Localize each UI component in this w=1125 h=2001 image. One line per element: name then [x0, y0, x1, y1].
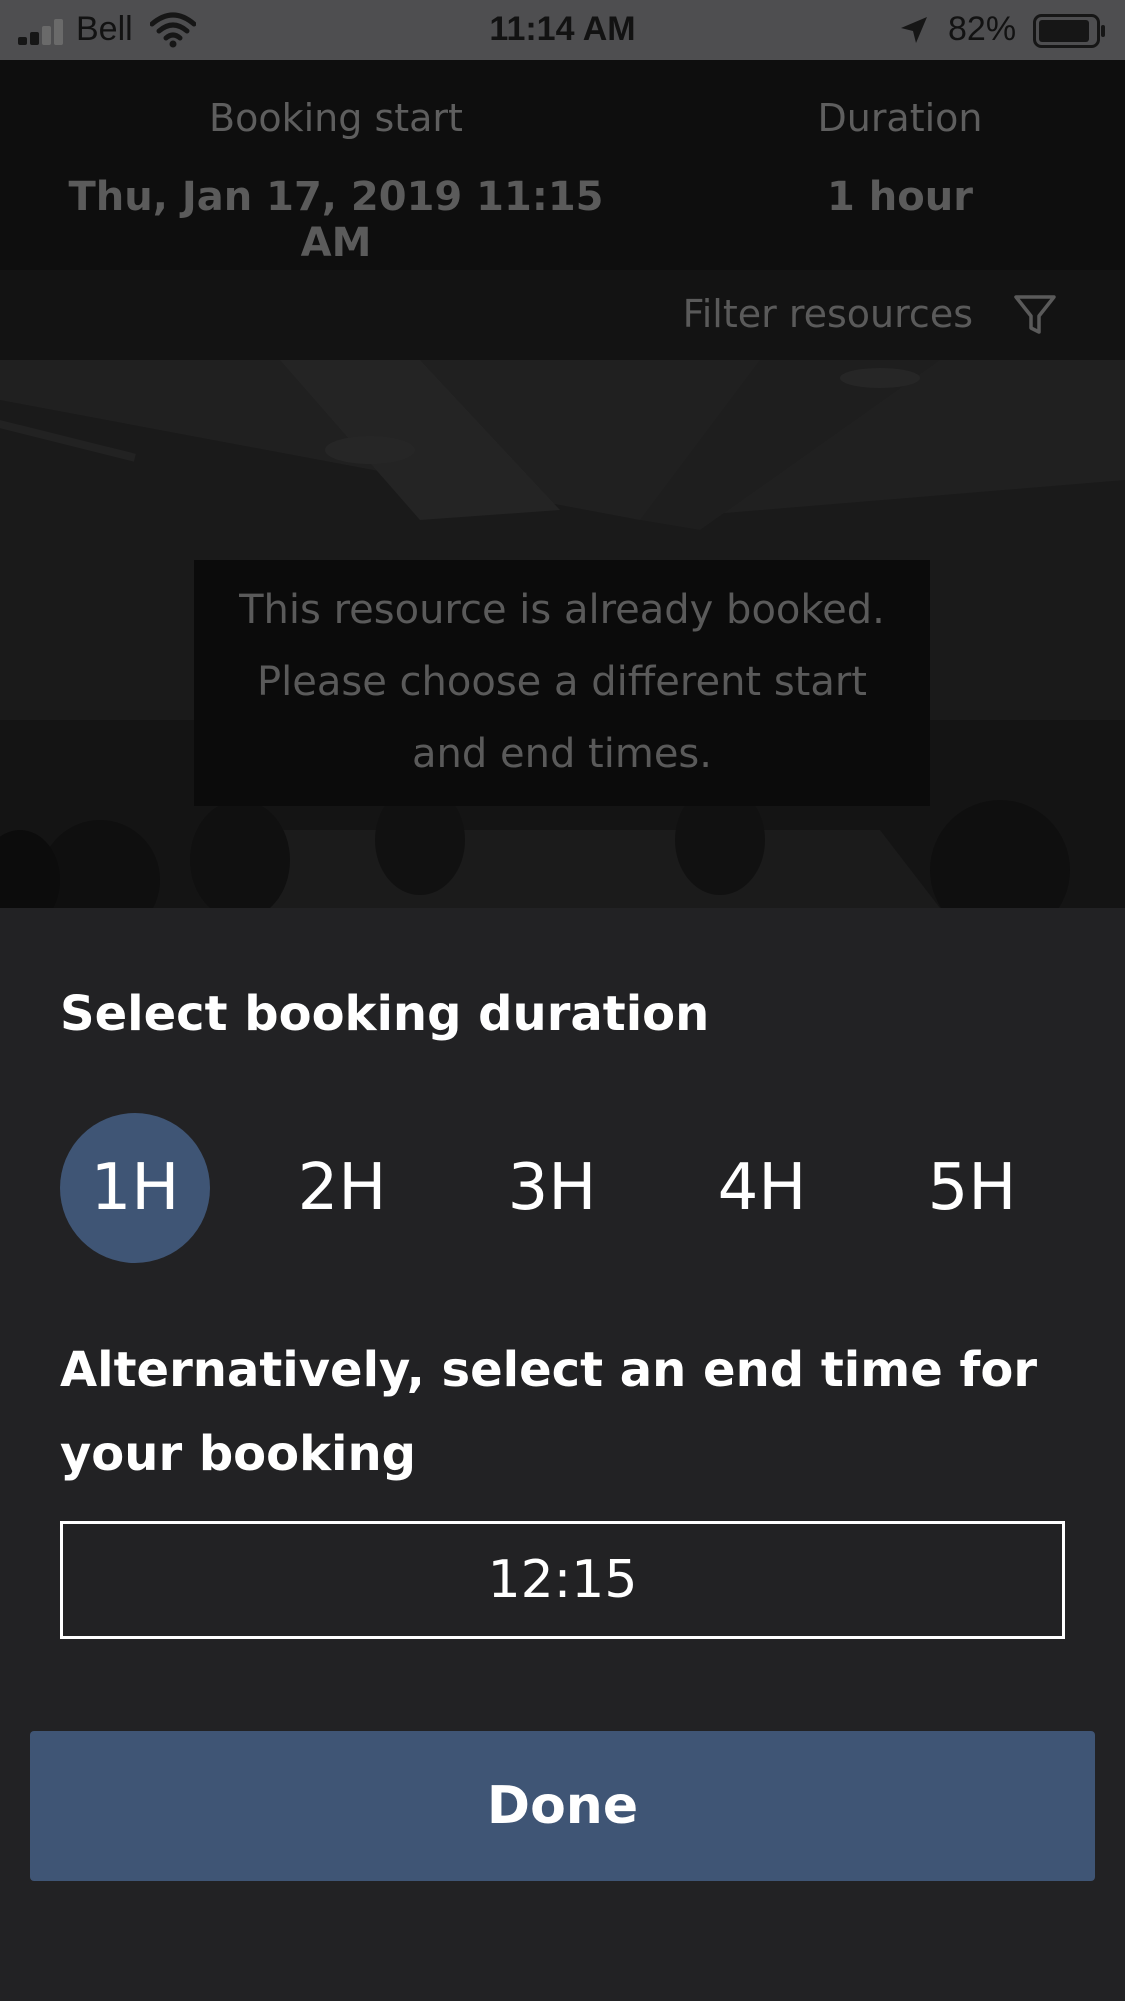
- duration-option-4h[interactable]: 4H: [687, 1113, 837, 1263]
- duration-section[interactable]: Duration 1 hour: [778, 60, 1022, 220]
- filter-resources-button[interactable]: Filter resources: [0, 270, 1125, 360]
- duration-sheet: Select booking duration 1H 2H 3H 4H 5H A…: [0, 908, 1125, 2001]
- booking-start-value: Thu, Jan 17, 2019 11:15 AM: [68, 174, 604, 266]
- booking-summary-header: Booking start Thu, Jan 17, 2019 11:15 AM…: [0, 60, 1125, 270]
- notice-line-3: and end times.: [412, 731, 712, 777]
- end-time-prompt-line-1: Alternatively, select an end time for: [60, 1342, 1038, 1398]
- already-booked-notice: This resource is already booked. Please …: [194, 560, 930, 806]
- select-duration-title: Select booking duration: [60, 986, 710, 1042]
- done-button[interactable]: Done: [30, 1731, 1095, 1881]
- end-time-prompt: Alternatively, select an end time for yo…: [60, 1328, 1060, 1496]
- duration-label: Duration: [817, 96, 983, 140]
- booking-screen: Bell 11:14 AM 82% Booking start Thu, Jan…: [0, 0, 1125, 2001]
- funnel-icon: [1014, 295, 1056, 334]
- duration-option-3h[interactable]: 3H: [477, 1113, 627, 1263]
- notice-line-1: This resource is already booked.: [239, 587, 885, 633]
- filter-resources-label: Filter resources: [682, 292, 973, 336]
- booking-start-section[interactable]: Booking start Thu, Jan 17, 2019 11:15 AM: [36, 60, 636, 266]
- duration-value: 1 hour: [827, 174, 973, 220]
- resource-photo: This resource is already booked. Please …: [0, 360, 1125, 908]
- battery-icon: [1033, 14, 1105, 48]
- status-bar: Bell 11:14 AM 82%: [0, 0, 1125, 60]
- booking-start-label: Booking start: [209, 96, 463, 140]
- duration-options: 1H 2H 3H 4H 5H: [0, 1113, 1125, 1263]
- battery-percent: 82%: [948, 10, 1017, 48]
- duration-option-1h[interactable]: 1H: [60, 1113, 210, 1263]
- notice-line-2: Please choose a different start: [257, 659, 867, 705]
- location-arrow-icon: [901, 17, 927, 43]
- duration-option-5h[interactable]: 5H: [897, 1113, 1047, 1263]
- end-time-field[interactable]: 12:15: [60, 1521, 1065, 1639]
- duration-option-2h[interactable]: 2H: [267, 1113, 417, 1263]
- end-time-prompt-line-2: your booking: [60, 1426, 417, 1482]
